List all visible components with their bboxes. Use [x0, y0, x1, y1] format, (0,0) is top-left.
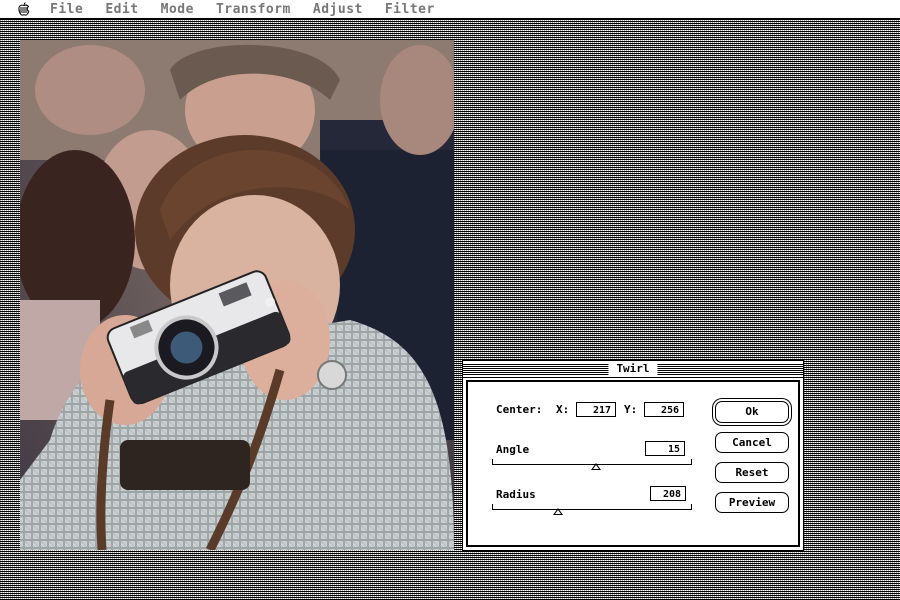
menu-bar: File Edit Mode Transform Adjust Filter — [0, 0, 900, 19]
reset-button[interactable]: Reset — [715, 462, 789, 483]
dialog-body: Center: X: 217 Y: 256 Angle 15 Radius 20… — [466, 380, 800, 547]
apple-icon — [18, 2, 30, 16]
radius-slider[interactable] — [492, 504, 692, 515]
center-label: Center: — [496, 403, 543, 416]
menu-file[interactable]: File — [50, 2, 83, 17]
menu-edit[interactable]: Edit — [105, 2, 138, 17]
radius-label: Radius — [496, 488, 536, 501]
radius-field[interactable]: 208 — [650, 486, 686, 501]
center-x-label: X: — [556, 403, 570, 416]
twirl-dialog: Twirl Center: X: 217 Y: 256 Angle 15 Rad… — [462, 360, 804, 551]
apple-menu[interactable] — [16, 2, 32, 16]
ok-button[interactable]: Ok — [715, 401, 789, 423]
cancel-button[interactable]: Cancel — [715, 432, 789, 453]
photo — [20, 40, 454, 550]
angle-slider[interactable] — [492, 459, 692, 470]
dialog-title: Twirl — [608, 361, 658, 377]
radius-slider-thumb[interactable] — [553, 508, 564, 515]
preview-button[interactable]: Preview — [715, 492, 789, 513]
image-canvas[interactable] — [20, 40, 454, 550]
angle-label: Angle — [496, 443, 530, 456]
menu-filter[interactable]: Filter — [385, 2, 435, 17]
menu-mode[interactable]: Mode — [161, 2, 194, 17]
dialog-titlebar[interactable]: Twirl — [463, 361, 803, 378]
center-x-field[interactable]: 217 — [576, 402, 616, 417]
angle-slider-thumb[interactable] — [590, 463, 601, 470]
menu-transform[interactable]: Transform — [216, 2, 291, 17]
menu-adjust[interactable]: Adjust — [313, 2, 363, 17]
angle-field[interactable]: 15 — [645, 441, 685, 456]
center-y-label: Y: — [624, 403, 638, 416]
center-y-field[interactable]: 256 — [644, 402, 684, 417]
